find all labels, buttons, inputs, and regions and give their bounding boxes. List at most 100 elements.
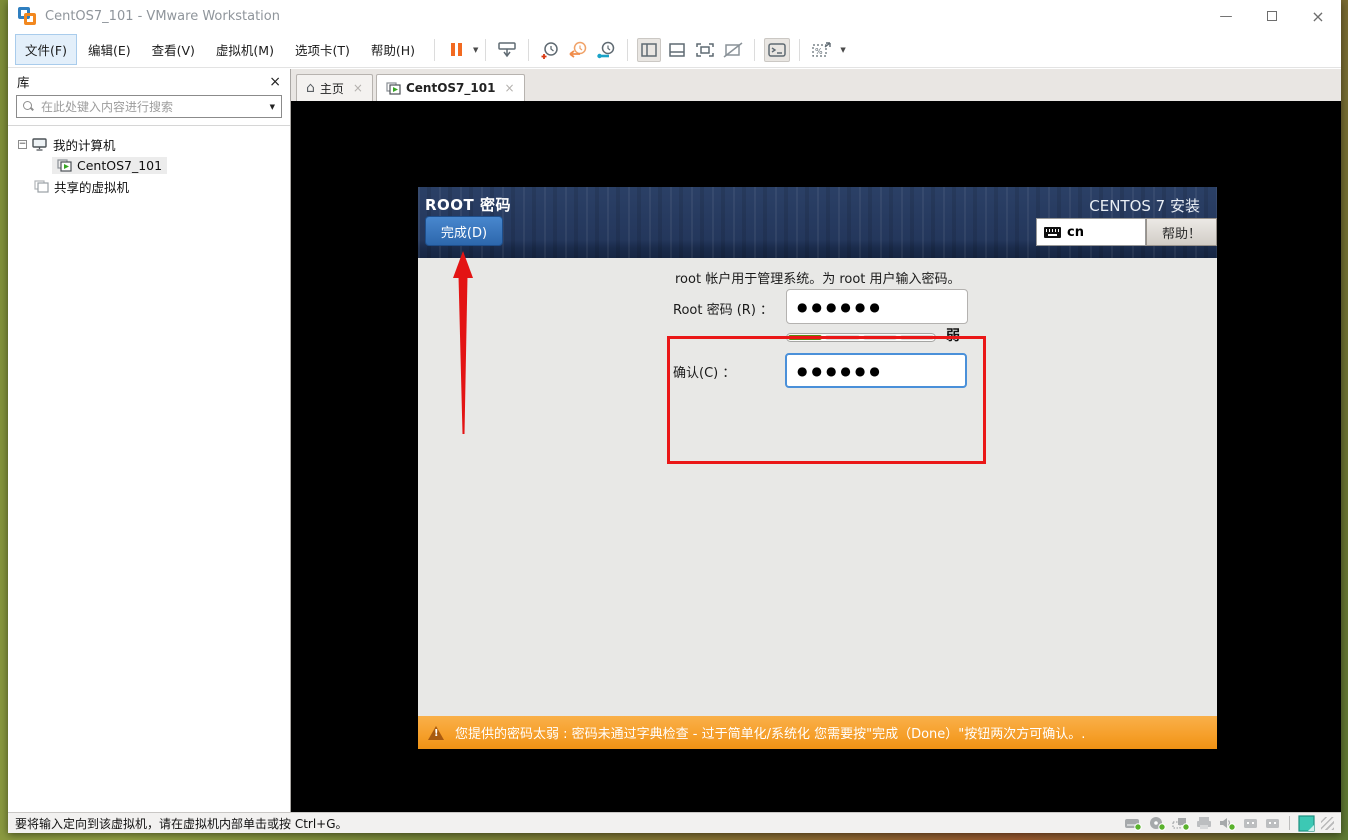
library-close-icon[interactable]: × xyxy=(269,74,281,90)
page-title: ROOT 密码 xyxy=(425,194,511,215)
menu-toolbar: 文件(F) 编辑(E) 查看(V) 虚拟机(M) 选项卡(T) 帮助(H) ▼ xyxy=(8,32,1341,68)
library-header: 库 × xyxy=(8,69,290,94)
menu-view[interactable]: 查看(V) xyxy=(143,35,204,64)
library-search-input[interactable]: 在此处键入内容进行搜索 ▼ xyxy=(16,95,282,118)
sound-icon[interactable] xyxy=(1218,816,1237,831)
message-log-icon[interactable] xyxy=(1298,815,1316,832)
tab-centos7-101[interactable]: CentOS7_101 × xyxy=(376,74,525,101)
tree-item-label: 共享的虚拟机 xyxy=(54,177,129,196)
tab-close-icon[interactable]: × xyxy=(504,81,514,95)
keyboard-icon xyxy=(1044,227,1061,238)
pause-dropdown-caret[interactable]: ▼ xyxy=(473,46,478,54)
cd-dvd-icon[interactable] xyxy=(1148,816,1167,831)
tree-item-label: 我的计算机 xyxy=(53,135,116,154)
tab-label: 主页 xyxy=(320,80,344,97)
free-stretch-button[interactable]: % xyxy=(809,38,835,62)
revert-snapshot-icon xyxy=(568,40,588,60)
home-icon: ⌂ xyxy=(306,81,315,95)
vmware-logo-icon xyxy=(18,7,36,25)
library-panel-icon xyxy=(640,42,658,58)
revert-snapshot-button[interactable] xyxy=(566,38,590,62)
title-bar: CentOS7_101 - VMware Workstation — × xyxy=(8,0,1341,32)
console-view-button[interactable] xyxy=(764,38,790,62)
close-button[interactable]: × xyxy=(1295,0,1341,32)
window-title: CentOS7_101 - VMware Workstation xyxy=(45,9,280,24)
root-password-input[interactable]: ●●●●●● xyxy=(786,289,968,324)
shared-vm-icon xyxy=(34,180,49,193)
window-controls: — × xyxy=(1203,0,1341,32)
fullscreen-button[interactable] xyxy=(693,38,717,62)
search-placeholder: 在此处键入内容进行搜索 xyxy=(41,98,270,115)
search-icon xyxy=(23,101,34,112)
vm-icon xyxy=(386,82,401,95)
root-description: root 帐户用于管理系统。为 root 用户输入密码。 xyxy=(675,268,961,287)
pause-icon xyxy=(451,43,462,56)
snapshot-manager-icon xyxy=(596,40,616,60)
menu-help[interactable]: 帮助(H) xyxy=(362,35,424,64)
pause-vm-button[interactable] xyxy=(444,38,468,62)
console-view-icon xyxy=(767,42,787,58)
unity-mode-button[interactable] xyxy=(721,38,745,62)
tree-item-shared-vms[interactable]: 共享的虚拟机 xyxy=(8,176,290,197)
expander-icon[interactable]: − xyxy=(18,140,27,149)
printer-icon[interactable] xyxy=(1196,816,1213,831)
password-dots: ●●●●●● xyxy=(797,300,884,314)
toolbar-separator xyxy=(434,39,435,61)
installer-header: ROOT 密码 完成(D) CENTOS 7 安装 cn 帮助！ xyxy=(418,187,1217,258)
usb-device-2-icon[interactable] xyxy=(1264,816,1281,831)
vm-icon xyxy=(57,159,72,172)
installer-body: root 帐户用于管理系统。为 root 用户输入密码。 Root 密码 (R)… xyxy=(418,258,1217,716)
tab-label: CentOS7_101 xyxy=(406,81,495,95)
maximize-button[interactable] xyxy=(1249,0,1295,32)
tree-item-label: CentOS7_101 xyxy=(77,158,162,173)
toolbar-separator xyxy=(799,39,800,61)
status-bar: 要将输入定向到该虚拟机，请在虚拟机内部单击或按 Ctrl+G。 xyxy=(8,812,1341,833)
keyboard-layout-indicator[interactable]: cn xyxy=(1036,218,1146,246)
status-separator xyxy=(1289,816,1290,830)
hard-disk-icon[interactable] xyxy=(1124,816,1143,831)
stretch-dropdown-caret[interactable]: ▼ xyxy=(840,46,845,54)
unity-mode-icon xyxy=(723,42,743,58)
maximize-icon xyxy=(1267,11,1277,21)
tab-bar: ⌂ 主页 × CentOS7_101 × xyxy=(291,69,1341,101)
tree-item-my-computer[interactable]: − 我的计算机 xyxy=(8,134,290,155)
take-snapshot-button[interactable] xyxy=(538,38,562,62)
root-password-label: Root 密码 (R) ： xyxy=(673,299,773,318)
library-tree: − 我的计算机 CentOS7_101 xyxy=(8,125,290,197)
menu-tabs[interactable]: 选项卡(T) xyxy=(286,35,359,64)
desktop-wallpaper: CentOS7_101 - VMware Workstation — × 文件(… xyxy=(0,0,1348,840)
snapshot-clock-icon xyxy=(540,40,560,60)
ctrl-alt-del-icon xyxy=(497,41,517,59)
search-dropdown-caret[interactable]: ▼ xyxy=(270,103,275,111)
menu-edit[interactable]: 编辑(E) xyxy=(79,35,140,64)
library-panel: 库 × 在此处键入内容进行搜索 ▼ − 我的计算机 xyxy=(8,69,291,812)
toolbar-separator xyxy=(485,39,486,61)
resize-grip[interactable] xyxy=(1321,817,1334,830)
toolbar-separator xyxy=(627,39,628,61)
snapshot-manager-button[interactable] xyxy=(594,38,618,62)
tree-item-centos7-101[interactable]: CentOS7_101 xyxy=(8,155,290,176)
network-adapter-icon[interactable] xyxy=(1172,816,1191,831)
menu-vm[interactable]: 虚拟机(M) xyxy=(207,35,283,64)
toggle-thumbnail-bar-button[interactable] xyxy=(665,38,689,62)
warning-icon: ! xyxy=(428,726,444,740)
centos-installer-screen: ROOT 密码 完成(D) CENTOS 7 安装 cn 帮助！ root 帐户… xyxy=(418,187,1217,749)
vm-console[interactable]: ROOT 密码 完成(D) CENTOS 7 安装 cn 帮助！ root 帐户… xyxy=(291,101,1341,812)
toolbar-separator xyxy=(754,39,755,61)
tab-close-icon[interactable]: × xyxy=(353,81,363,95)
free-stretch-icon: % xyxy=(811,41,833,59)
keyboard-layout-code: cn xyxy=(1067,225,1084,240)
right-pane: ⌂ 主页 × CentOS7_101 × xyxy=(291,69,1341,812)
help-button[interactable]: 帮助！ xyxy=(1146,218,1217,246)
menu-file[interactable]: 文件(F) xyxy=(16,35,76,64)
usb-device-1-icon[interactable] xyxy=(1242,816,1259,831)
send-ctrl-alt-del-button[interactable] xyxy=(495,38,519,62)
toggle-library-button[interactable] xyxy=(637,38,661,62)
vmware-window: CentOS7_101 - VMware Workstation — × 文件(… xyxy=(8,0,1341,833)
done-button[interactable]: 完成(D) xyxy=(425,216,503,246)
minimize-button[interactable]: — xyxy=(1203,0,1249,32)
tab-home[interactable]: ⌂ 主页 × xyxy=(296,74,373,101)
warning-message: 您提供的密码太弱 : 密码未通过字典检查 - 过于简单化/系统化 您需要按"完成… xyxy=(455,723,1085,742)
toolbar-separator xyxy=(528,39,529,61)
svg-text:%: % xyxy=(815,47,823,56)
